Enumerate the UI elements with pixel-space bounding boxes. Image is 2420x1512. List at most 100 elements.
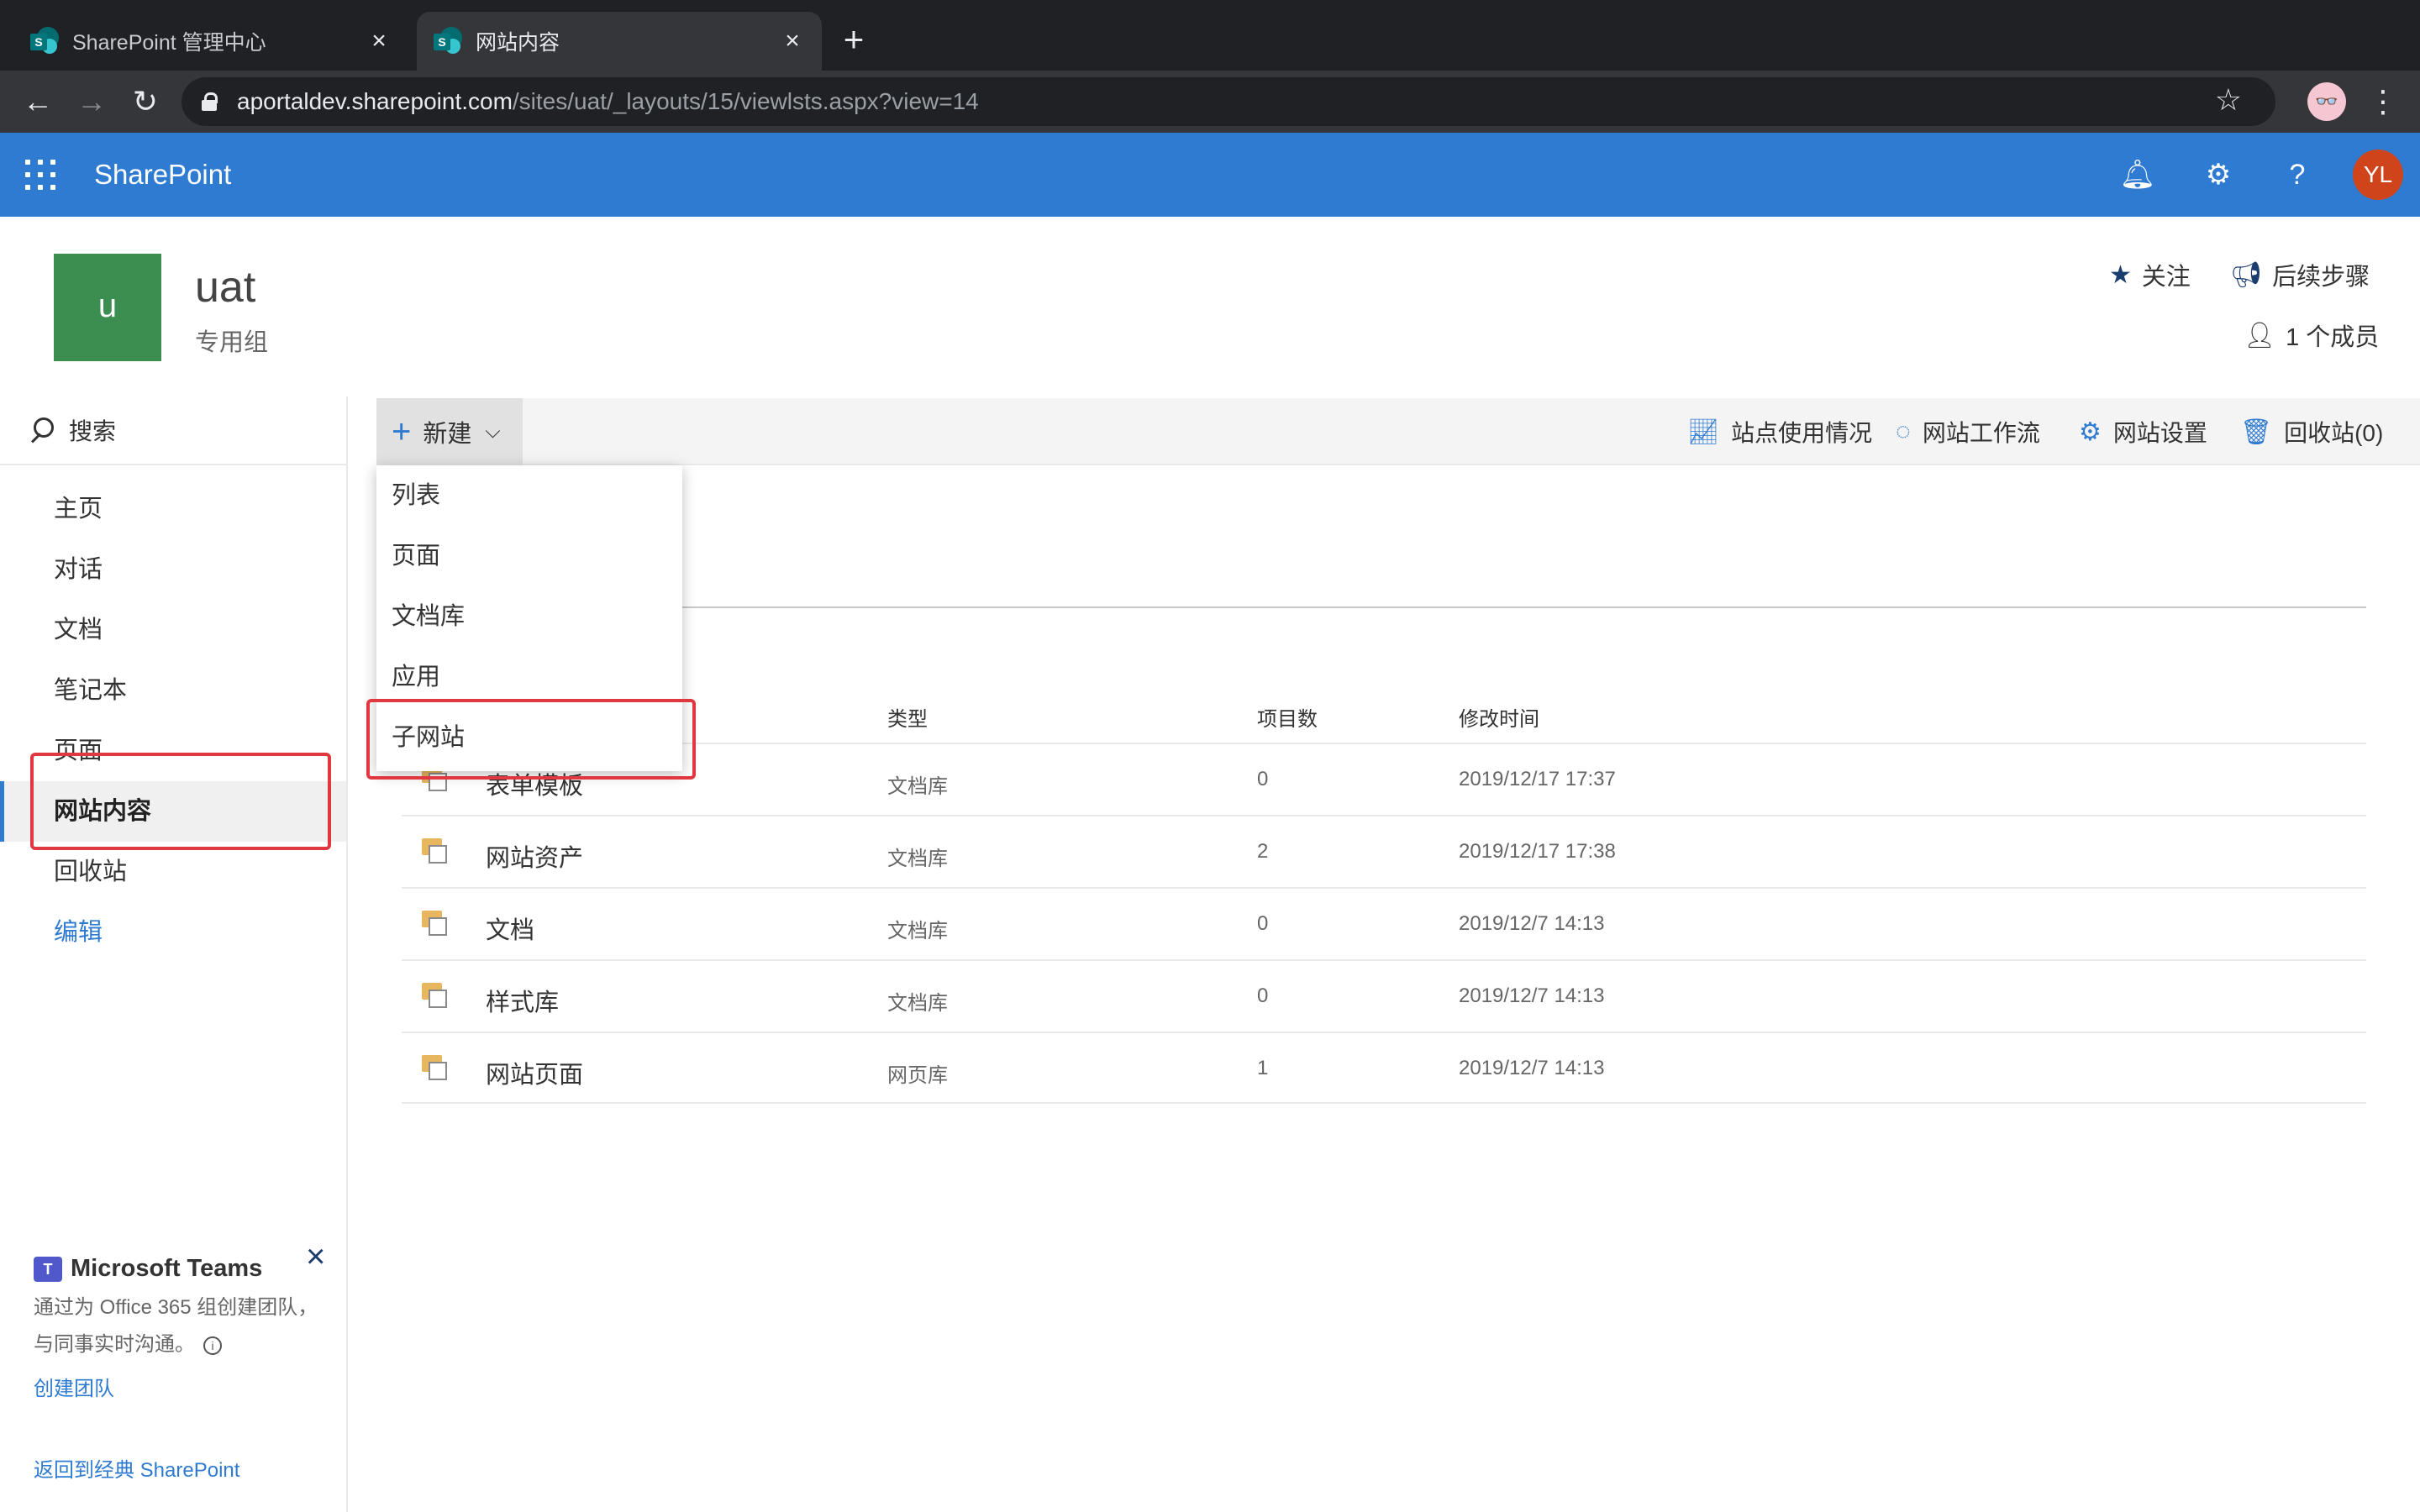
back-icon[interactable]: ←: [17, 81, 59, 123]
site-settings-button[interactable]: ⚙ 网站设置: [2079, 398, 2207, 465]
item-type: 文档库: [887, 920, 948, 942]
more-menu-icon[interactable]: ⋮: [2368, 81, 2398, 123]
search-icon: [29, 417, 54, 443]
item-name[interactable]: 网站页面: [486, 1055, 583, 1090]
site-subtitle: 专用组: [195, 329, 269, 356]
menu-item-document-library[interactable]: 文档库: [376, 586, 682, 647]
highlight-site-contents: [30, 753, 331, 850]
nav-item-recycle-bin[interactable]: 回收站: [0, 842, 346, 902]
chart-icon: 📈︎: [1687, 417, 1720, 446]
column-header-modified[interactable]: 修改时间: [1459, 702, 1539, 732]
teams-description-text: 通过为 Office 365 组创建团队，与同事实时沟通。: [34, 1296, 318, 1356]
gear-icon: ⚙: [2079, 417, 2102, 446]
document-library-icon: [422, 838, 447, 864]
tab-title: SharePoint 管理中心: [72, 31, 266, 55]
teams-title-row: T Microsoft Teams: [34, 1255, 336, 1283]
app-launcher-icon[interactable]: [25, 160, 55, 190]
nav-item-home[interactable]: 主页: [0, 479, 346, 539]
site-usage-button[interactable]: 📈︎ 站点使用情况: [1687, 398, 1872, 465]
address-bar[interactable]: aportaldev.sharepoint.com/sites/uat/_lay…: [182, 77, 2275, 126]
item-type: 文档库: [887, 848, 948, 870]
item-type: 文档库: [887, 775, 948, 798]
column-header-count[interactable]: 项目数: [1257, 702, 1318, 732]
new-button[interactable]: + 新建 ⌵: [376, 398, 523, 465]
sharepoint-favicon-icon: S: [434, 27, 462, 55]
command-bar: + 新建 ⌵ 📈︎ 站点使用情况 ◌ 网站工作流 ⚙ 网站设置 🗑︎ 回收站(0…: [376, 398, 2420, 465]
browser-tab-bar: S SharePoint 管理中心 × S 网站内容 × +: [0, 0, 2420, 71]
menu-item-page[interactable]: 页面: [376, 526, 682, 586]
new-label: 新建: [423, 421, 472, 448]
nav-item-conversations[interactable]: 对话: [0, 539, 346, 600]
table-row[interactable]: 网站资产 文档库 2 2019/12/17 17:38: [402, 815, 2366, 887]
column-header-type[interactable]: 类型: [887, 702, 928, 732]
user-avatar[interactable]: YL: [2353, 150, 2403, 200]
item-type: 文档库: [887, 992, 948, 1015]
plus-icon: +: [392, 413, 412, 450]
table-row[interactable]: 文档 文档库 0 2019/12/7 14:13: [402, 887, 2366, 959]
workflow-icon: ◌: [1896, 417, 1911, 445]
return-to-classic-link[interactable]: 返回到经典 SharePoint: [34, 1453, 239, 1483]
item-modified: 2019/12/7 14:13: [1459, 984, 1605, 1007]
chevron-down-icon: ⌵: [485, 420, 501, 443]
settings-gear-icon[interactable]: ⚙: [2196, 153, 2240, 197]
profile-avatar[interactable]: 👓: [2307, 82, 2346, 121]
trash-icon: 🗑︎: [2240, 417, 2273, 446]
suite-bar: SharePoint 🔔︎ ⚙ ? YL: [0, 133, 2420, 217]
recycle-bin-button[interactable]: 🗑︎ 回收站(0): [2240, 398, 2383, 465]
info-icon[interactable]: i: [203, 1336, 222, 1355]
next-steps-button[interactable]: 📢︎ 后续步骤: [2230, 257, 2370, 292]
site-logo[interactable]: u: [54, 254, 161, 361]
site-contents-table: 表单模板 文档库 0 2019/12/17 17:37 网站资产 文档库 2 2…: [402, 743, 2366, 1104]
browser-tab-site-contents[interactable]: S 网站内容 ×: [417, 12, 822, 71]
new-tab-icon[interactable]: +: [837, 22, 871, 57]
site-workflows-button[interactable]: ◌ 网站工作流: [1896, 398, 2040, 465]
next-steps-label: 后续步骤: [2272, 264, 2370, 291]
close-tab-icon[interactable]: ×: [780, 29, 805, 54]
members-label: 1 个成员: [2286, 324, 2380, 351]
sharepoint-favicon-icon: S: [30, 27, 59, 55]
browser-tab-sharepoint-admin[interactable]: S SharePoint 管理中心 ×: [13, 12, 408, 71]
item-name[interactable]: 样式库: [486, 983, 559, 1018]
nav-item-edit[interactable]: 编辑: [0, 902, 346, 963]
teams-promo-card: T Microsoft Teams 通过为 Office 365 组创建团队，与…: [34, 1255, 336, 1401]
nav-item-notebook[interactable]: 笔记本: [0, 660, 346, 721]
site-workflows-label: 网站工作流: [1922, 420, 2040, 446]
item-count: 0: [1257, 912, 1269, 935]
site-title[interactable]: uat: [195, 262, 255, 312]
reload-icon[interactable]: ↻: [124, 81, 166, 123]
bookmark-star-icon[interactable]: ☆: [2215, 82, 2242, 118]
nav-item-documents[interactable]: 文档: [0, 600, 346, 660]
notification-bell-icon[interactable]: 🔔︎: [2116, 153, 2160, 197]
item-modified: 2019/12/7 14:13: [1459, 1057, 1605, 1079]
item-name[interactable]: 文档: [486, 911, 534, 946]
lock-icon: [202, 92, 218, 111]
members-button[interactable]: 👤︎ 1 个成员: [2244, 318, 2379, 353]
create-team-link[interactable]: 创建团队: [34, 1372, 336, 1401]
item-count: 0: [1257, 984, 1269, 1007]
item-modified: 2019/12/7 14:13: [1459, 912, 1605, 935]
search-box[interactable]: 搜索: [0, 396, 346, 465]
megaphone-icon: 📢︎: [2230, 260, 2263, 289]
document-library-icon: [422, 911, 447, 936]
item-name[interactable]: 网站资产: [486, 838, 583, 874]
content-divider: [402, 606, 2366, 608]
forward-icon[interactable]: →: [71, 81, 113, 123]
browser-toolbar: ← → ↻ aportaldev.sharepoint.com/sites/ua…: [0, 71, 2420, 133]
help-icon[interactable]: ?: [2275, 153, 2319, 197]
table-row[interactable]: 样式库 文档库 0 2019/12/7 14:13: [402, 959, 2366, 1032]
recycle-bin-label: 回收站(0): [2284, 420, 2384, 446]
item-type: 网页库: [887, 1064, 948, 1087]
url-path: /sites/uat/_layouts/15/viewlsts.aspx?vie…: [512, 88, 979, 114]
follow-label: 关注: [2141, 264, 2191, 291]
teams-logo-icon: T: [34, 1256, 62, 1282]
url-host: aportaldev.sharepoint.com: [237, 88, 513, 114]
menu-item-list[interactable]: 列表: [376, 465, 682, 526]
follow-button[interactable]: ★ 关注: [2109, 257, 2191, 292]
table-row[interactable]: 表单模板 文档库 0 2019/12/17 17:37: [402, 743, 2366, 815]
brand-title[interactable]: SharePoint: [94, 155, 231, 195]
search-placeholder: 搜索: [69, 418, 117, 444]
table-row[interactable]: 网站页面 网页库 1 2019/12/7 14:13: [402, 1032, 2366, 1104]
close-tab-icon[interactable]: ×: [366, 29, 392, 54]
site-usage-label: 站点使用情况: [1731, 420, 1873, 446]
teams-description: 通过为 Office 365 组创建团队，与同事实时沟通。 i: [34, 1289, 336, 1363]
